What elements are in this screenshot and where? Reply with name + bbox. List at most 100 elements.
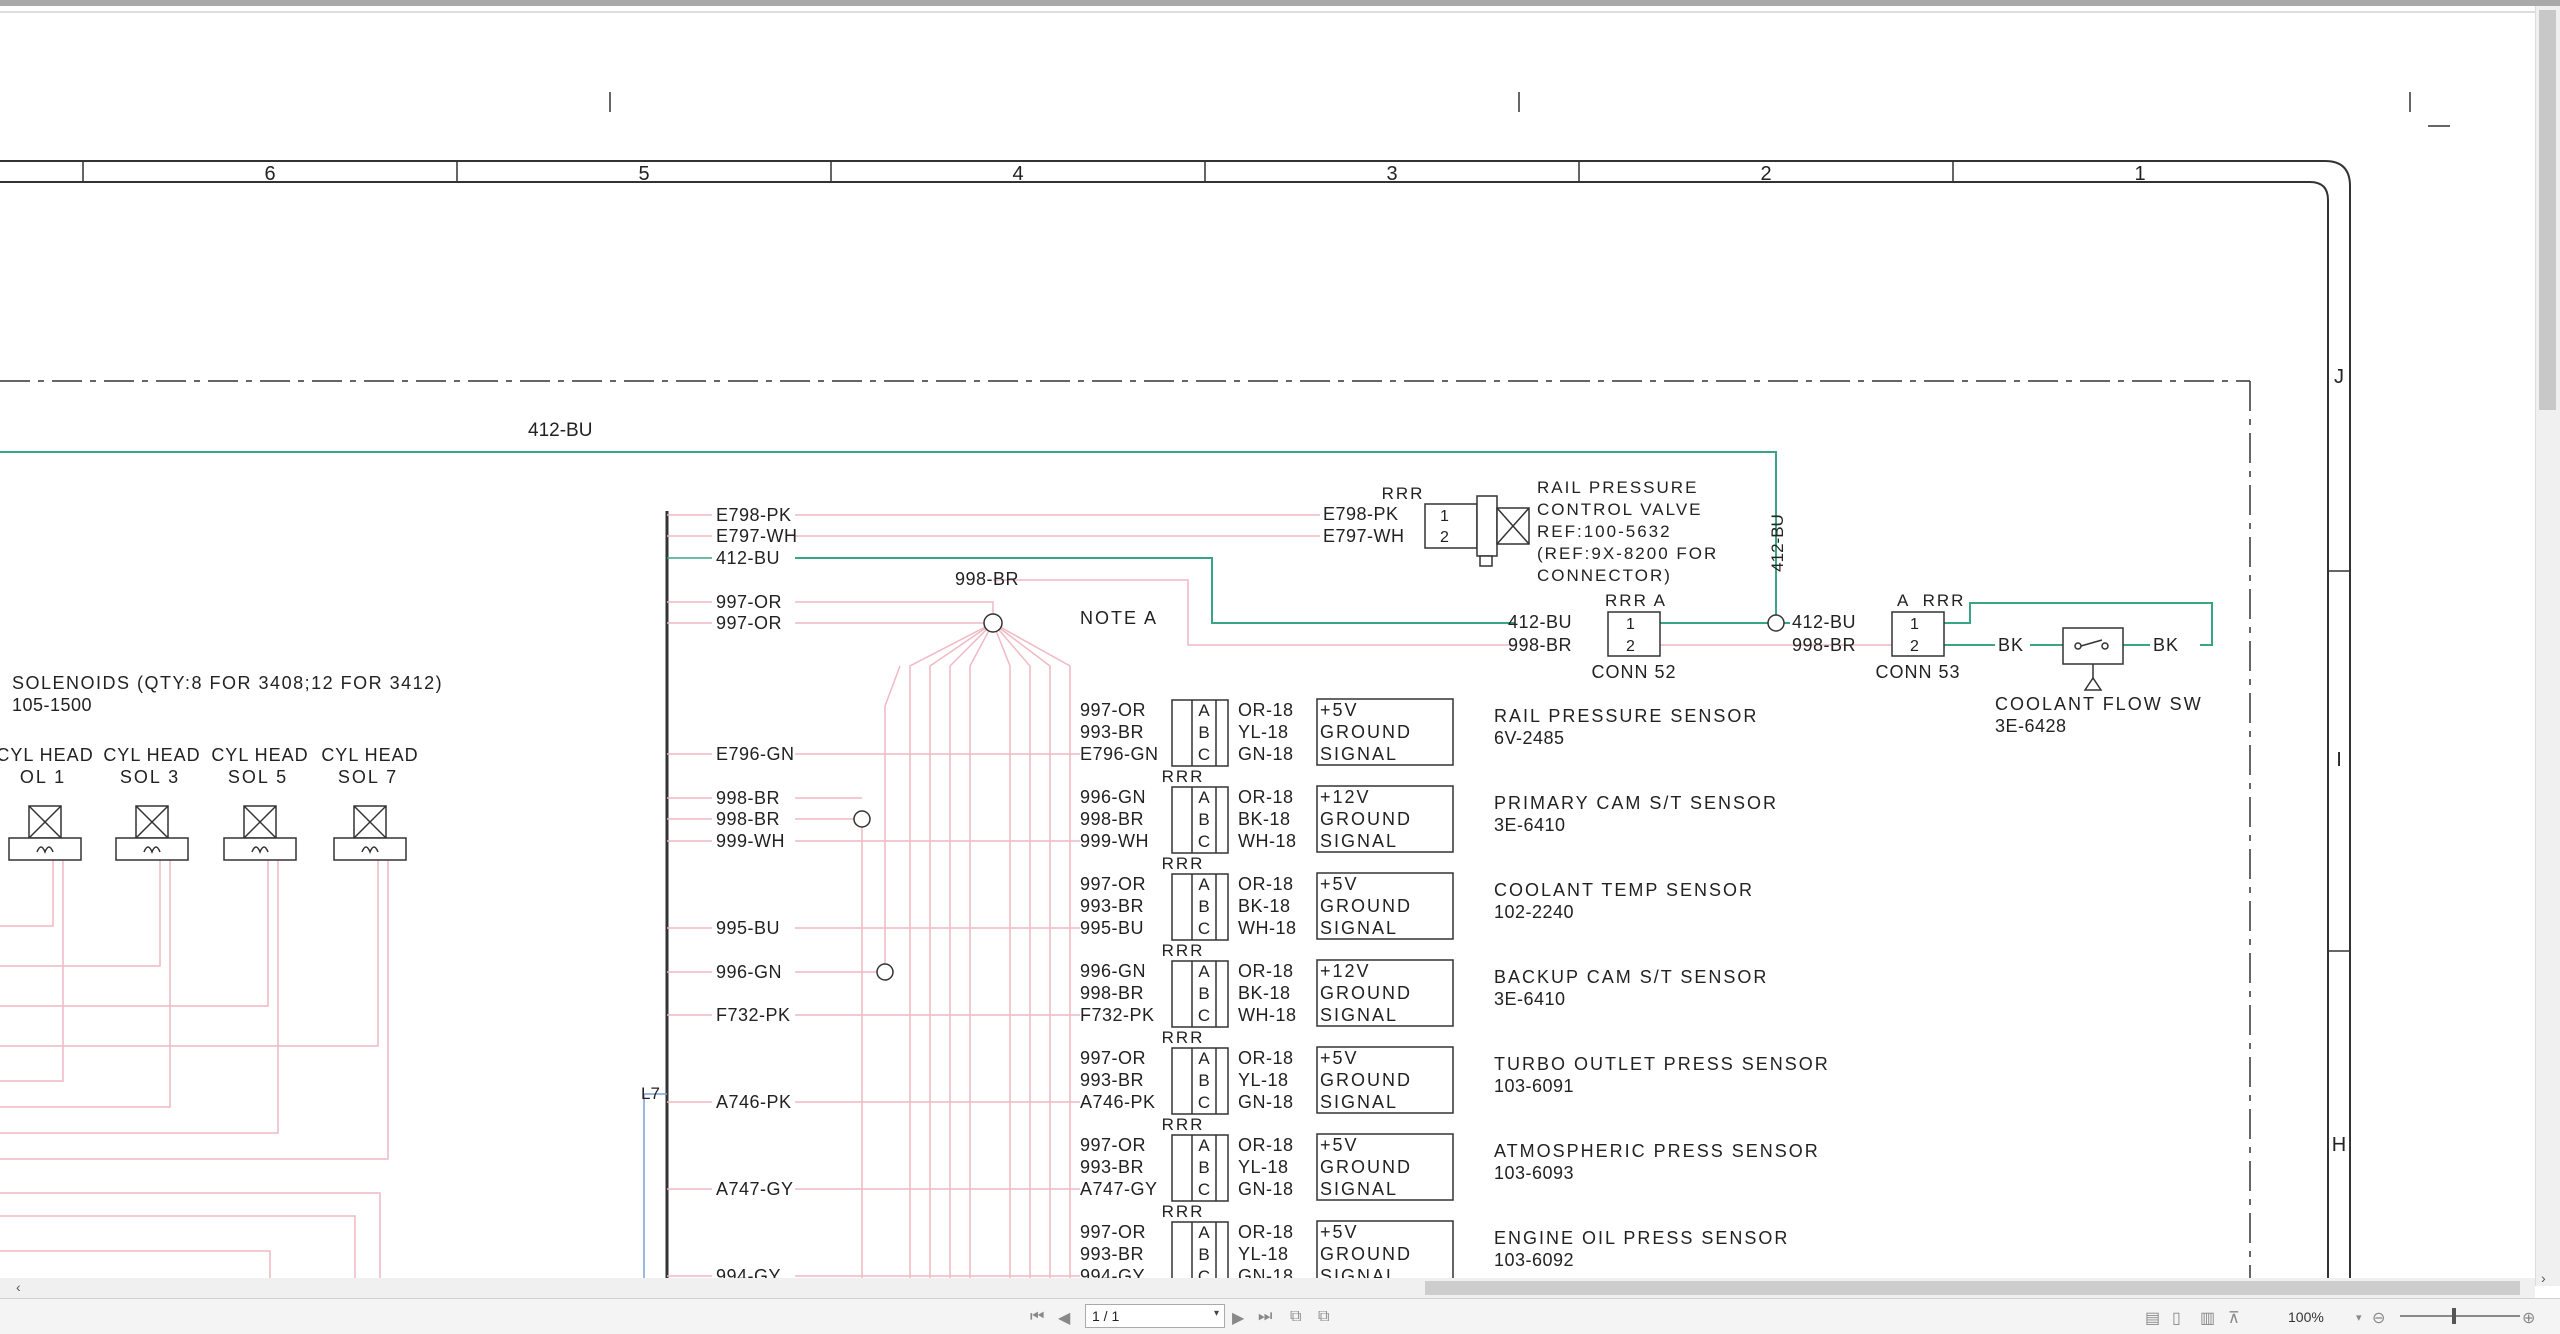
scroll-left-arrow-icon[interactable]: ‹ xyxy=(16,1279,21,1295)
page-dropdown-icon[interactable]: ▾ xyxy=(1214,1308,1219,1319)
zoom-slider-knob[interactable] xyxy=(2452,1308,2456,1324)
splice-998-label: 998-BR xyxy=(955,569,1019,589)
sensor-function: +5V xyxy=(1320,700,1359,720)
conn-wire-label: 412-BU xyxy=(1508,612,1572,632)
rail-valve-text: (REF:9X-8200 FOR xyxy=(1537,544,1718,563)
viewer-status-bar: ⏮ ◀ 1 / 1 ▾ ▶ ⏭ ⧉ ⧉ ▤ ▯ ▥ ⊼ 100% ▾ ⊖ ⊕ xyxy=(0,1298,2560,1334)
sensor-function: GROUND xyxy=(1320,722,1412,742)
grid-column-label: 1 xyxy=(2134,163,2145,185)
sensor-wire-label: 997-OR xyxy=(1080,700,1146,720)
sensor-rrr: RRR xyxy=(1162,1115,1205,1134)
ecm-pin-label: E796-GN xyxy=(716,744,795,764)
ecm-pin-label: A746-PK xyxy=(716,1092,792,1112)
sensor-pin: A xyxy=(1198,1136,1210,1155)
scroll-right-arrow-icon[interactable]: › xyxy=(2541,1270,2546,1286)
sensor-wire-out: OR-18 xyxy=(1238,1048,1294,1068)
two-page-view-icon[interactable]: ▥ xyxy=(2200,1308,2215,1328)
single-page-view-icon[interactable]: ▤ xyxy=(2145,1308,2160,1328)
vert-412-label: 412-BU xyxy=(1768,514,1787,572)
ecm-pin-label: L7 xyxy=(641,1084,660,1103)
pin-number: 2 xyxy=(1440,529,1449,546)
solenoid-wire xyxy=(0,860,171,1108)
document-canvas[interactable]: 6 5 4 3 2 1 J I H 412-BU E798-PK E797-WH 412-BU 997-O… xyxy=(0,6,2535,1278)
wire-998-ecm xyxy=(993,579,1515,646)
splice-fan-wire xyxy=(969,622,994,1278)
sensor-part: 103-6092 xyxy=(1494,1250,1574,1270)
copy-page-icon[interactable]: ⧉ xyxy=(1290,1308,1301,1326)
sensor-function: SIGNAL xyxy=(1320,1179,1398,1199)
zoom-dropdown-icon[interactable]: ▾ xyxy=(2356,1311,2362,1324)
grid-column-label: 2 xyxy=(1760,163,1771,185)
sensor-pin: B xyxy=(1198,1158,1209,1177)
sensor-wire-out: YL-18 xyxy=(1238,1157,1289,1177)
sensor-pin: C xyxy=(1198,745,1210,764)
sensor-function: SIGNAL xyxy=(1320,1266,1398,1278)
ecm-pin-label: 997-OR xyxy=(716,592,782,612)
sensor-wire-out: WH-18 xyxy=(1238,918,1297,938)
sensor-part: 6V-2485 xyxy=(1494,728,1565,748)
sensor-wire-label: 997-OR xyxy=(1080,1135,1146,1155)
sensor-part: 103-6093 xyxy=(1494,1163,1574,1183)
splice-fan-wire xyxy=(992,622,1011,1278)
sensor-pin: C xyxy=(1198,919,1210,938)
bus-996 xyxy=(884,665,901,972)
sensor-function: GROUND xyxy=(1320,983,1412,1003)
sensor-pin: B xyxy=(1198,810,1209,829)
paste-page-icon[interactable]: ⧉ xyxy=(1318,1308,1329,1326)
sensor-function: SIGNAL xyxy=(1320,1092,1398,1112)
sensor-pin: C xyxy=(1198,1006,1210,1025)
horizontal-scrollbar[interactable]: ‹ xyxy=(0,1278,2535,1298)
zoom-level[interactable]: 100% xyxy=(2288,1309,2324,1325)
sensor-part: 3E-6410 xyxy=(1494,815,1566,835)
sensor-wire-label: 996-GN xyxy=(1080,787,1146,807)
first-page-icon[interactable]: ⏮ xyxy=(1030,1308,1044,1326)
sensor-pin: A xyxy=(1198,875,1210,894)
last-page-icon[interactable]: ⏭ xyxy=(1258,1308,1272,1326)
cyl-head-sol-label: SOL 3 xyxy=(120,767,180,787)
sensor-rrr: RRR xyxy=(1162,941,1205,960)
ecm-pin-label: E797-WH xyxy=(716,526,798,546)
grid-column-label: 6 xyxy=(264,163,275,185)
horizontal-scroll-thumb[interactable] xyxy=(1425,1281,2520,1295)
sensor-wire-label: 998-BR xyxy=(1080,983,1144,1003)
previous-page-icon[interactable]: ◀ xyxy=(1058,1308,1070,1328)
cyl-head-sol-label: OL 1 xyxy=(20,767,66,787)
sensor-wire-out: GN-18 xyxy=(1238,1179,1294,1199)
page-number-field[interactable]: 1 / 1 ▾ xyxy=(1085,1304,1225,1328)
ecm-pin-label: F732-PK xyxy=(716,1005,791,1025)
fit-page-icon[interactable]: ⊼ xyxy=(2228,1308,2240,1328)
solenoid-body xyxy=(333,837,407,861)
rail-valve-rrr: RRR xyxy=(1382,484,1425,503)
splice-fan-wire xyxy=(992,622,1051,1278)
vertical-scroll-thumb[interactable] xyxy=(2539,10,2556,410)
sensor-wire-out: OR-18 xyxy=(1238,1135,1294,1155)
grid-column-label: 3 xyxy=(1386,163,1397,185)
solenoid-wire xyxy=(0,860,389,1160)
zoom-out-icon[interactable]: ⊖ xyxy=(2372,1308,2385,1328)
sensor-wire-label: 993-BR xyxy=(1080,722,1144,742)
ecm-pin-label: 995-BU xyxy=(716,918,780,938)
sensor-wire-out: OR-18 xyxy=(1238,961,1294,981)
sensor-pin: C xyxy=(1198,1180,1210,1199)
bk-label: BK xyxy=(2153,635,2179,655)
sensor-wire-label: 994-GY xyxy=(1080,1266,1145,1278)
solenoid-wire xyxy=(0,1250,271,1278)
wire-412-label: 412-BU xyxy=(528,420,592,441)
vertical-scrollbar[interactable]: › xyxy=(2535,6,2560,1286)
splice-node xyxy=(1767,614,1785,632)
ecm-pin-label: E798-PK xyxy=(716,505,792,525)
next-page-icon[interactable]: ▶ xyxy=(1232,1308,1244,1328)
sensor-wire-out: YL-18 xyxy=(1238,722,1289,742)
zoom-in-icon[interactable]: ⊕ xyxy=(2522,1308,2535,1328)
pin-number: 1 xyxy=(1440,508,1449,525)
sensor-rrr: RRR xyxy=(1162,854,1205,873)
continuous-view-icon[interactable]: ▯ xyxy=(2172,1308,2181,1328)
coolant-flow-name: COOLANT FLOW SW xyxy=(1995,694,2203,714)
ecm-pin-label: 998-BR xyxy=(716,809,780,829)
rail-valve-text: CONTROL VALVE xyxy=(1537,500,1703,519)
zoom-slider[interactable] xyxy=(2400,1308,2520,1324)
sensor-wire-out: GN-18 xyxy=(1238,1266,1294,1278)
sensor-pin: A xyxy=(1198,1223,1210,1242)
ecm-pin-label: 997-OR xyxy=(716,613,782,633)
ecm-pin-label: 412-BU xyxy=(716,548,780,568)
